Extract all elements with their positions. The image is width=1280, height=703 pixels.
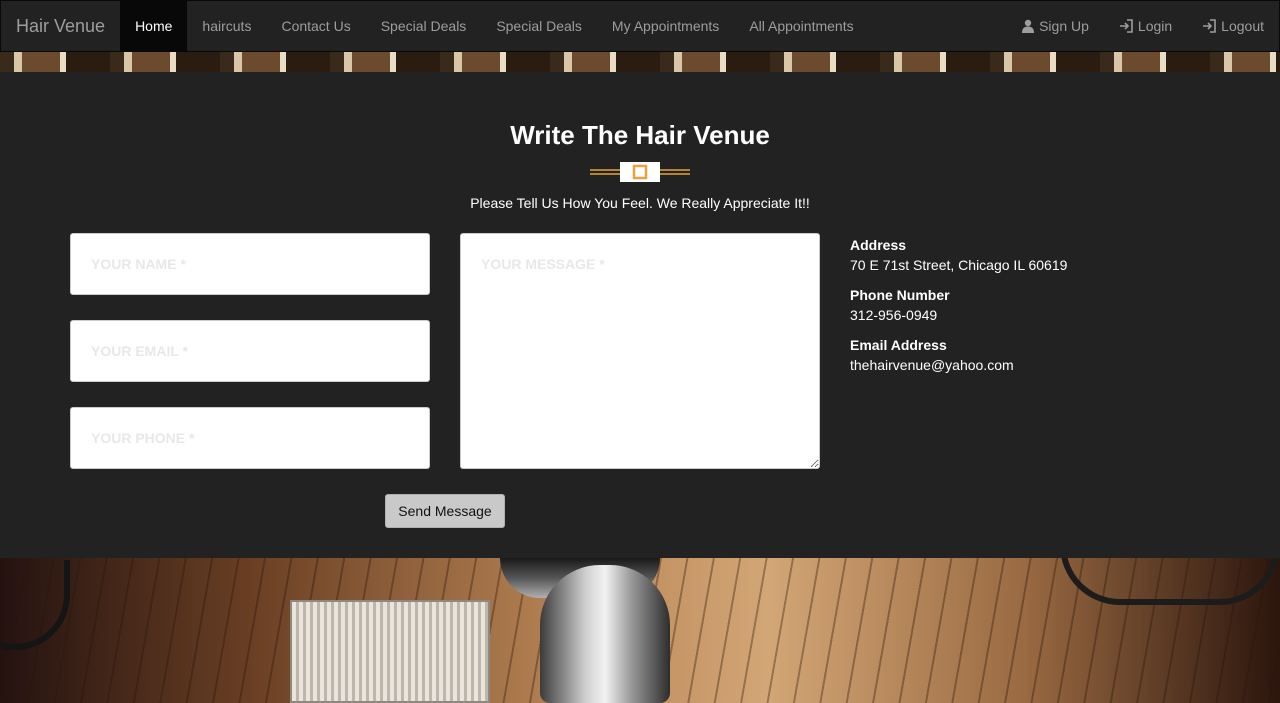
email-label: Email Address <box>850 337 947 353</box>
user-icon <box>1022 19 1035 33</box>
send-message-button[interactable]: Send Message <box>385 494 505 528</box>
background-photo-top <box>0 52 1280 72</box>
divider-ornament-icon <box>590 162 690 182</box>
nav-list: Home haircuts Contact Us Special Deals S… <box>120 1 869 51</box>
navbar-brand[interactable]: Hair Venue <box>1 1 120 51</box>
page-subtitle: Please Tell Us How You Feel. We Really A… <box>470 195 810 211</box>
background-chair-footrest <box>290 600 490 703</box>
nav-item-special-deals[interactable]: Special Deals <box>366 1 482 51</box>
phone-label: Phone Number <box>850 287 950 303</box>
nav-item-my-appointments[interactable]: My Appointments <box>597 1 734 51</box>
nav-right: Sign Up Login Logout <box>1006 1 1279 51</box>
logout-label: Logout <box>1221 18 1264 34</box>
phone-value: 312-956-0949 <box>850 307 938 323</box>
page: Hair Venue Home haircuts Contact Us Spec… <box>0 0 1280 703</box>
nav-item-haircuts[interactable]: haircuts <box>187 1 266 51</box>
nav-item-all-appointments[interactable]: All Appointments <box>734 1 868 51</box>
logout-icon <box>1203 19 1216 33</box>
nav-item-sign-up[interactable]: Sign Up <box>1006 1 1104 51</box>
nav-item-login[interactable]: Login <box>1104 1 1187 51</box>
contact-info: Address 70 E 71st Street, Chicago IL 606… <box>850 235 1067 385</box>
nav-item-special-deals-2[interactable]: Special Deals <box>481 1 597 51</box>
phone-input[interactable] <box>70 407 430 469</box>
nav-item-home[interactable]: Home <box>120 1 188 51</box>
login-label: Login <box>1137 18 1173 34</box>
sign-up-label: Sign Up <box>1039 18 1089 34</box>
navbar: Hair Venue Home haircuts Contact Us Spec… <box>0 0 1280 52</box>
message-textarea[interactable] <box>460 233 820 469</box>
address-value: 70 E 71st Street, Chicago IL 60619 <box>850 257 1068 273</box>
background-chair-post <box>540 565 670 703</box>
name-input[interactable] <box>70 233 430 295</box>
nav-item-logout[interactable]: Logout <box>1187 1 1279 51</box>
address-label: Address <box>850 237 907 253</box>
page-title: Write The Hair Venue <box>510 120 770 150</box>
nav-item-contact-us[interactable]: Contact Us <box>266 1 365 51</box>
contact-panel: Write The Hair Venue Please Tell Us How … <box>0 72 1280 558</box>
login-icon <box>1119 19 1133 33</box>
email-value[interactable]: thehairvenue@yahoo.com <box>850 355 1067 375</box>
email-input[interactable] <box>70 320 430 382</box>
